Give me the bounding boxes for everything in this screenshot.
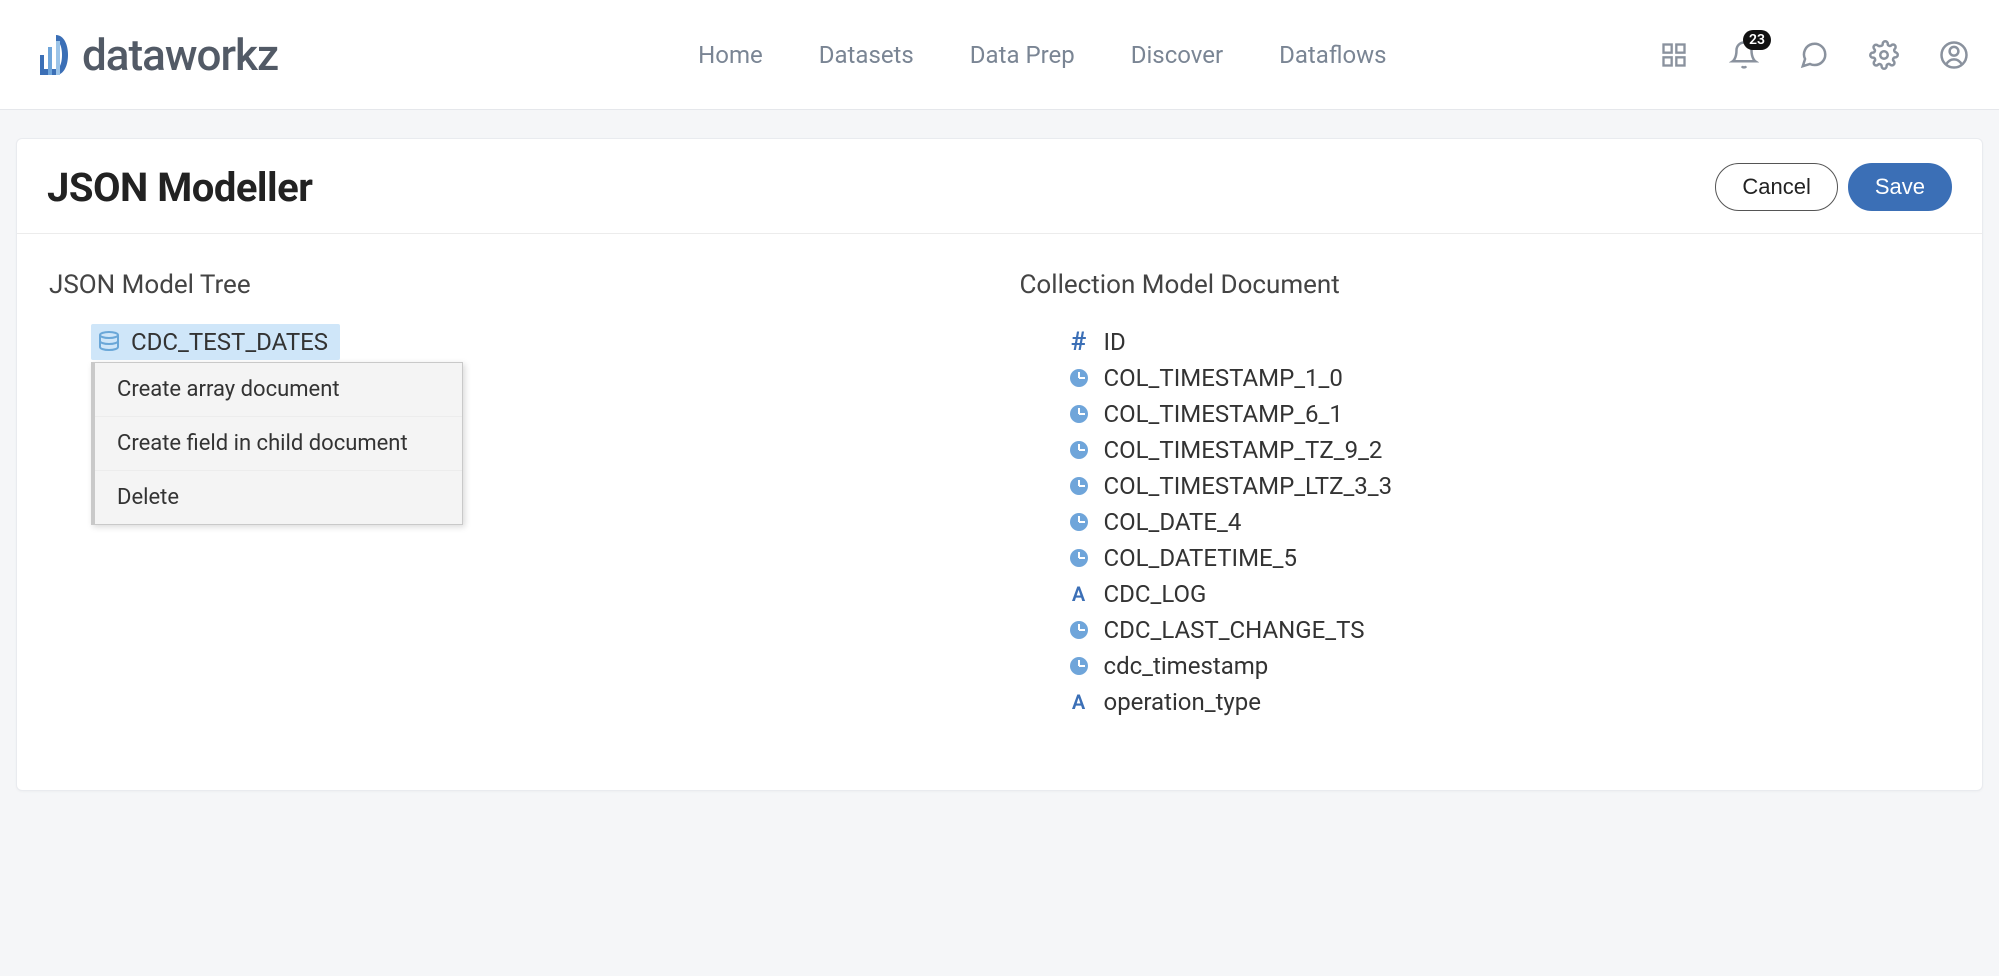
field-name: COL_TIMESTAMP_1_0 [1104,364,1343,392]
field-row[interactable]: COL_TIMESTAMP_LTZ_3_3 [1068,468,1951,504]
topbar-actions: 23 [1657,38,1971,72]
clock-icon [1068,619,1090,641]
field-name: COL_DATE_4 [1104,508,1242,536]
json-model-tree-section: JSON Model Tree CDC_TEST_DATES Create ar… [49,270,980,720]
notifications-icon[interactable]: 23 [1727,38,1761,72]
text-type-icon: A [1068,691,1090,713]
save-button[interactable]: Save [1848,163,1952,211]
main-nav: Home Datasets Data Prep Discover Dataflo… [698,41,1386,69]
field-name: COL_TIMESTAMP_TZ_9_2 [1104,436,1383,464]
field-row[interactable]: COL_TIMESTAMP_1_0 [1068,360,1951,396]
clock-icon [1068,439,1090,461]
field-row[interactable]: COL_TIMESTAMP_6_1 [1068,396,1951,432]
tree-root-node[interactable]: CDC_TEST_DATES [91,324,340,360]
clock-icon [1068,547,1090,569]
top-bar: dataworkz Home Datasets Data Prep Discov… [0,0,1999,110]
nav-datasets[interactable]: Datasets [819,41,914,69]
menu-create-array-document[interactable]: Create array document [95,363,462,416]
field-row[interactable]: COL_DATE_4 [1068,504,1951,540]
notification-badge: 23 [1743,30,1771,50]
nav-home[interactable]: Home [698,41,763,69]
field-row[interactable]: cdc_timestamp [1068,648,1951,684]
page-title: JSON Modeller [47,164,312,211]
field-row[interactable]: COL_DATETIME_5 [1068,540,1951,576]
apps-icon[interactable] [1657,38,1691,72]
tree-root-label: CDC_TEST_DATES [131,328,328,356]
cancel-button[interactable]: Cancel [1715,163,1837,211]
nav-discover[interactable]: Discover [1131,41,1223,69]
field-name: COL_DATETIME_5 [1104,544,1298,572]
field-row[interactable]: Aoperation_type [1068,684,1951,720]
nav-data-prep[interactable]: Data Prep [970,41,1075,69]
tree-section-title: JSON Model Tree [49,270,980,300]
field-name: cdc_timestamp [1104,652,1269,680]
menu-delete[interactable]: Delete [95,470,462,524]
field-name: COL_TIMESTAMP_6_1 [1104,400,1343,428]
brand-name: dataworkz [82,29,278,81]
context-menu: Create array document Create field in ch… [91,362,463,525]
user-icon[interactable] [1937,38,1971,72]
field-row[interactable]: # ID [1068,324,1951,360]
collection-section: Collection Model Document # ID COL_TIMESTA… [1020,270,1951,720]
database-icon [97,330,121,354]
field-row[interactable]: A CDC_LOG [1068,576,1951,612]
field-name: ID [1104,328,1126,356]
field-name: COL_TIMESTAMP_LTZ_3_3 [1104,472,1393,500]
clock-icon [1068,403,1090,425]
hash-icon: # [1068,331,1090,353]
brand-logo[interactable]: dataworkz [28,29,278,81]
chat-icon[interactable] [1797,38,1831,72]
clock-icon [1068,475,1090,497]
menu-create-field-in-child[interactable]: Create field in child document [95,416,462,470]
main-panel: JSON Modeller Cancel Save JSON Model Tre… [16,138,1983,791]
field-name: operation_type [1104,688,1261,716]
collection-section-title: Collection Model Document [1020,270,1951,300]
nav-dataflows[interactable]: Dataflows [1279,41,1386,69]
field-name: CDC_LAST_CHANGE_TS [1104,616,1365,644]
header-actions: Cancel Save [1715,163,1952,211]
field-row[interactable]: COL_TIMESTAMP_TZ_9_2 [1068,432,1951,468]
tree: CDC_TEST_DATES Create array document Cre… [91,324,980,525]
field-name: CDC_LOG [1104,580,1207,608]
panel-body: JSON Model Tree CDC_TEST_DATES Create ar… [17,234,1982,790]
text-type-icon: A [1068,583,1090,605]
panel-header: JSON Modeller Cancel Save [17,139,1982,234]
settings-icon[interactable] [1867,38,1901,72]
clock-icon [1068,367,1090,389]
field-row[interactable]: CDC_LAST_CHANGE_TS [1068,612,1951,648]
field-list: # ID COL_TIMESTAMP_1_0 COL_TIMESTAMP_6_1 COL… [1068,324,1951,720]
clock-icon [1068,655,1090,677]
clock-icon [1068,511,1090,533]
logo-icon [28,29,76,81]
